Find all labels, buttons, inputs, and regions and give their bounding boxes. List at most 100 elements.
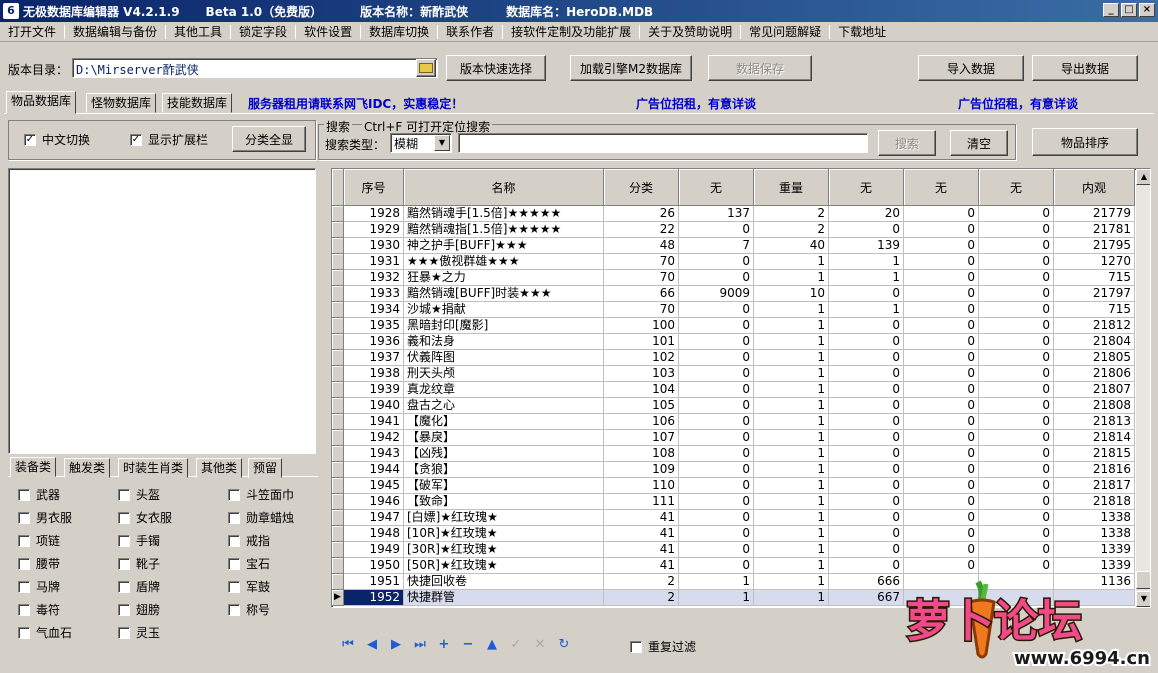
menu-custom[interactable]: 接软件定制及功能扩展 <box>503 23 639 40</box>
row-indicator[interactable] <box>332 254 344 270</box>
import-data-button[interactable]: 导入数据 <box>918 55 1024 81</box>
clear-button[interactable]: 清空 <box>950 130 1008 156</box>
search-input[interactable] <box>458 133 868 153</box>
table-cell[interactable]: 70 <box>604 302 679 318</box>
table-cell[interactable]: 667 <box>829 590 904 606</box>
table-cell[interactable]: 0 <box>679 318 754 334</box>
vertical-scrollbar[interactable]: ▲ ▼ <box>1136 169 1150 607</box>
table-cell[interactable]: 1 <box>754 462 829 478</box>
table-cell[interactable]: 1 <box>754 558 829 574</box>
table-cell[interactable]: 21812 <box>1054 318 1135 334</box>
cat-tab-trigger[interactable]: 触发类 <box>64 458 111 478</box>
category-item[interactable]: 戒指 <box>228 532 270 549</box>
table-cell[interactable]: 715 <box>1054 270 1135 286</box>
column-header[interactable]: 无 <box>979 169 1054 206</box>
table-cell[interactable]: 0 <box>829 462 904 478</box>
cat-tab-other[interactable]: 其他类 <box>196 458 243 478</box>
delete-icon[interactable]: − <box>460 637 476 653</box>
table-cell[interactable]: 101 <box>604 334 679 350</box>
table-cell[interactable]: 1940 <box>344 398 404 414</box>
table-row[interactable]: 1948 [10R]★红玫瑰★ 41 0 1 0 0 0 1338 <box>332 526 1136 542</box>
table-cell[interactable]: 105 <box>604 398 679 414</box>
table-cell[interactable]: 0 <box>904 542 979 558</box>
table-cell[interactable]: 100 <box>604 318 679 334</box>
row-indicator[interactable] <box>332 494 344 510</box>
table-cell[interactable]: 0 <box>679 446 754 462</box>
table-cell[interactable]: 0 <box>679 526 754 542</box>
table-cell[interactable]: 【魔化】 <box>404 414 604 430</box>
table-cell[interactable]: 0 <box>679 542 754 558</box>
edit-icon[interactable]: ▲ <box>484 637 500 653</box>
table-cell[interactable]: 20 <box>829 206 904 222</box>
category-item[interactable]: 腰带 <box>18 555 60 572</box>
column-header[interactable]: 名称 <box>404 169 604 206</box>
table-cell[interactable]: 1952 <box>344 590 404 606</box>
table-cell[interactable]: 21815 <box>1054 446 1135 462</box>
table-cell[interactable]: 21781 <box>1054 222 1135 238</box>
table-cell[interactable]: 0 <box>679 478 754 494</box>
row-indicator[interactable] <box>332 366 344 382</box>
table-cell[interactable]: 快捷回收卷 <box>404 574 604 590</box>
table-cell[interactable]: 0 <box>679 302 754 318</box>
table-cell[interactable]: 1951 <box>344 574 404 590</box>
menu-db-switch[interactable]: 数据库切换 <box>361 23 437 40</box>
category-checkbox[interactable] <box>18 488 30 501</box>
category-checkbox[interactable] <box>228 488 240 501</box>
row-indicator[interactable] <box>332 446 344 462</box>
category-item[interactable]: 马牌 <box>18 578 60 595</box>
table-cell[interactable]: 0 <box>979 350 1054 366</box>
table-cell[interactable]: 0 <box>829 350 904 366</box>
table-cell[interactable]: 7 <box>679 238 754 254</box>
table-cell[interactable]: 1 <box>754 414 829 430</box>
cancel-icon[interactable]: ✕ <box>532 637 548 653</box>
table-cell[interactable]: 沙城★捐献 <box>404 302 604 318</box>
table-cell[interactable]: [50R]★红玫瑰★ <box>404 558 604 574</box>
table-cell[interactable]: 黑暗封印[魔影] <box>404 318 604 334</box>
category-checkbox[interactable] <box>18 580 30 593</box>
table-cell[interactable]: 1 <box>754 510 829 526</box>
table-cell[interactable]: 0 <box>904 398 979 414</box>
category-checkbox[interactable] <box>118 603 130 616</box>
table-cell[interactable]: 1 <box>829 270 904 286</box>
prev-icon[interactable]: ◀ <box>364 637 380 653</box>
table-cell[interactable]: 0 <box>904 494 979 510</box>
table-cell[interactable]: 快捷群管 <box>404 590 604 606</box>
category-item[interactable]: 手镯 <box>118 532 160 549</box>
table-cell[interactable]: 0 <box>679 414 754 430</box>
menu-lock-fields[interactable]: 锁定字段 <box>231 23 295 40</box>
table-cell[interactable]: 109 <box>604 462 679 478</box>
table-cell[interactable]: 1 <box>829 254 904 270</box>
table-cell[interactable]: 2 <box>604 590 679 606</box>
row-indicator[interactable] <box>332 302 344 318</box>
column-header[interactable]: 重量 <box>754 169 829 206</box>
table-cell[interactable]: 1939 <box>344 382 404 398</box>
table-cell[interactable]: 70 <box>604 270 679 286</box>
category-item[interactable]: 军鼓 <box>228 578 270 595</box>
category-checkbox[interactable] <box>18 534 30 547</box>
row-indicator[interactable] <box>332 222 344 238</box>
table-cell[interactable]: 1 <box>754 494 829 510</box>
table-cell[interactable]: 0 <box>679 398 754 414</box>
table-row[interactable]: 1929 黯然销魂指[1.5倍]★★★★★ 22 0 2 0 0 0 21781 <box>332 222 1136 238</box>
table-cell[interactable]: 0 <box>904 254 979 270</box>
load-m2-button[interactable]: 加载引擎M2数据库 <box>570 55 692 81</box>
table-cell[interactable]: 0 <box>979 526 1054 542</box>
table-cell[interactable]: 21818 <box>1054 494 1135 510</box>
table-cell[interactable]: 0 <box>979 414 1054 430</box>
table-cell[interactable]: 0 <box>979 254 1054 270</box>
table-cell[interactable]: 1944 <box>344 462 404 478</box>
close-button[interactable]: × <box>1139 3 1155 17</box>
table-cell[interactable]: 21806 <box>1054 366 1135 382</box>
table-cell[interactable]: 0 <box>979 302 1054 318</box>
menu-about[interactable]: 关于及赞助说明 <box>640 23 740 40</box>
table-cell[interactable]: 0 <box>829 494 904 510</box>
table-cell[interactable]: 0 <box>679 430 754 446</box>
table-cell[interactable]: 0 <box>829 510 904 526</box>
table-cell[interactable]: 0 <box>829 446 904 462</box>
menu-open-file[interactable]: 打开文件 <box>0 23 64 40</box>
table-cell[interactable]: 0 <box>829 398 904 414</box>
search-type-select[interactable]: 模糊 ▼ <box>390 133 452 153</box>
table-cell[interactable]: 0 <box>829 366 904 382</box>
table-cell[interactable]: 21814 <box>1054 430 1135 446</box>
row-indicator[interactable]: ▶ <box>332 590 344 606</box>
